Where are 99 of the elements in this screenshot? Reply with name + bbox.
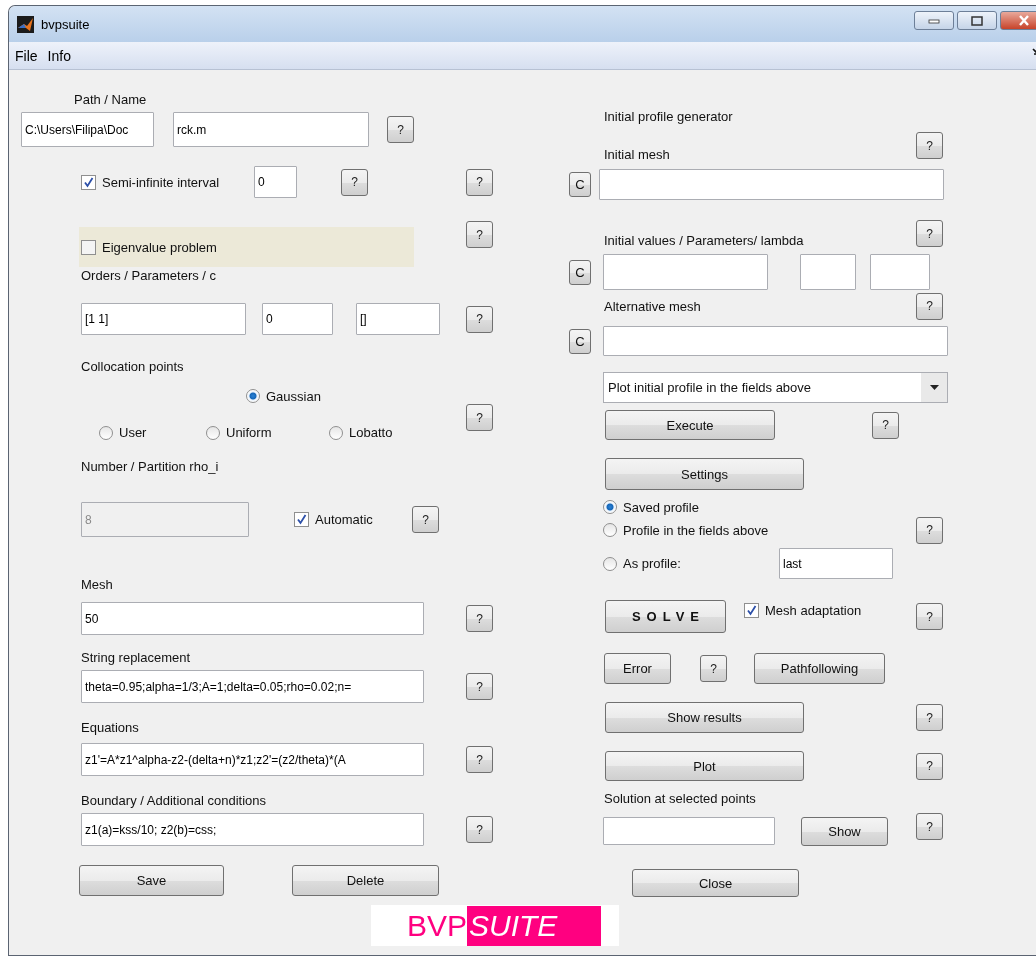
help-button[interactable]: ? xyxy=(466,746,493,773)
help-button[interactable]: ? xyxy=(341,168,368,196)
menu-item[interactable]: File xyxy=(15,47,38,64)
radio-button[interactable] xyxy=(603,500,617,514)
help-button[interactable]: ? xyxy=(916,813,943,840)
radio-label: User xyxy=(119,425,147,440)
checkbox-label: Semi-infinite interval xyxy=(102,174,220,190)
field-label: Mesh xyxy=(81,577,113,592)
help-button[interactable]: ? xyxy=(916,752,943,780)
radio-button[interactable] xyxy=(603,523,617,537)
action-dropdown[interactable]: Plot initial profile in the fields above xyxy=(603,372,948,403)
input-field[interactable]: rck.m xyxy=(173,112,369,147)
help-button[interactable]: ? xyxy=(466,305,493,333)
input-field[interactable]: 0 xyxy=(254,166,297,198)
input-field[interactable]: C:\Users\Filipa\Doc xyxy=(21,112,154,147)
help-button[interactable]: ? xyxy=(872,411,899,439)
radio-label: Uniform xyxy=(226,425,272,440)
help-button[interactable]: ? xyxy=(466,221,493,248)
field-label: Boundary / Additional conditions xyxy=(81,793,266,808)
radio-button[interactable] xyxy=(206,425,220,440)
input-field[interactable]: 0 xyxy=(262,303,333,335)
field-label: Initial mesh xyxy=(604,147,671,162)
pathfollowing-button[interactable]: Pathfollowing xyxy=(754,653,885,684)
help-button[interactable]: ? xyxy=(916,220,943,247)
maximize-button[interactable] xyxy=(957,11,997,30)
field-label: Orders / Parameters / c xyxy=(81,268,217,283)
input-field[interactable]: last xyxy=(779,548,893,579)
input-field[interactable]: [] xyxy=(356,303,440,335)
clear-button[interactable]: C xyxy=(569,259,591,285)
help-button[interactable]: ? xyxy=(700,655,727,682)
help-button[interactable]: ? xyxy=(466,673,493,700)
help-button[interactable]: ? xyxy=(916,704,943,731)
close-dialog-button[interactable]: Close xyxy=(632,869,799,897)
help-button[interactable]: ? xyxy=(466,168,493,196)
menu-item[interactable]: Info xyxy=(47,47,71,64)
field-label: Initial values / Parameters/ lambda xyxy=(604,233,805,248)
radio-label: Saved profile xyxy=(623,499,699,515)
close-icon xyxy=(1018,15,1030,26)
clear-button[interactable]: C xyxy=(569,172,591,197)
field-label: Path / Name xyxy=(74,92,147,107)
checkbox[interactable] xyxy=(81,174,96,190)
window-title: bvpsuite xyxy=(41,16,90,32)
clear-button[interactable]: C xyxy=(569,328,591,354)
help-button[interactable]: ? xyxy=(466,605,493,632)
field-label: Equations xyxy=(81,720,139,735)
field-label: Solution at selected points xyxy=(604,791,756,806)
settings-button[interactable]: Settings xyxy=(605,458,804,490)
action-button[interactable]: Save xyxy=(79,865,224,896)
show-button[interactable]: Show xyxy=(801,816,888,846)
input-field[interactable] xyxy=(603,326,948,356)
input-field[interactable] xyxy=(800,254,856,290)
radio-label: Lobatto xyxy=(349,425,393,440)
action-button[interactable]: Delete xyxy=(292,865,439,896)
help-button[interactable]: ? xyxy=(466,404,493,431)
input-field[interactable] xyxy=(870,254,930,290)
checkbox[interactable] xyxy=(81,239,96,255)
radio-button[interactable] xyxy=(603,556,617,571)
field-label: Alternative mesh xyxy=(604,298,702,314)
app-logo-icon xyxy=(17,15,34,33)
error-button[interactable]: Error xyxy=(604,653,671,684)
checkbox-label: Mesh adaptation xyxy=(765,603,862,618)
logo-text: BVP xyxy=(407,908,468,943)
help-button[interactable]: ? xyxy=(916,603,943,630)
help-button[interactable]: ? xyxy=(916,132,943,159)
input-field[interactable]: z1'=A*z1^alpha-z2-(delta+n)*z1;z2'=(z2/theta)*(A xyxy=(81,743,424,776)
field-label: Initial profile generator xyxy=(604,109,733,124)
input-field[interactable]: theta=0.95;alpha=1/3;A=1;delta=0.05;rho=0.02;n= xyxy=(81,670,424,703)
radio-label: Profile in the fields above xyxy=(623,522,769,538)
input-field[interactable]: [1 1] xyxy=(81,303,246,335)
input-field[interactable] xyxy=(603,254,768,290)
help-button[interactable]: ? xyxy=(916,292,943,320)
radio-label: As profile: xyxy=(623,556,681,571)
radio-button[interactable] xyxy=(246,389,260,403)
dropdown-arrow-icon xyxy=(929,385,939,390)
plot-button[interactable]: Plot xyxy=(605,751,804,781)
input-field[interactable] xyxy=(599,169,944,200)
close-button[interactable] xyxy=(1000,11,1036,30)
input-field[interactable]: z1(a)=kss/10; z2(b)=css; xyxy=(81,813,424,846)
execute-button[interactable]: Execute xyxy=(605,410,775,440)
radio-button[interactable] xyxy=(329,425,343,440)
field-label: Collocation points xyxy=(81,359,184,374)
field-label: String replacement xyxy=(81,650,191,665)
minimize-icon xyxy=(928,17,940,24)
radio-button[interactable] xyxy=(99,425,113,440)
checkbox[interactable] xyxy=(744,603,759,618)
help-button[interactable]: ? xyxy=(387,116,414,143)
maximize-icon xyxy=(971,15,983,26)
input-field[interactable] xyxy=(603,817,775,845)
checkbox-label: Automatic xyxy=(315,512,373,527)
radio-label: Gaussian xyxy=(266,388,321,404)
logo-highlight-text: SUITE xyxy=(467,905,602,946)
checkbox-label: Eigenvalue problem xyxy=(102,239,217,255)
help-button[interactable]: ? xyxy=(466,816,493,843)
minimize-button[interactable] xyxy=(914,11,954,30)
help-button[interactable]: ? xyxy=(916,516,943,544)
solve-button[interactable]: SOLVE xyxy=(605,600,726,633)
show-results-button[interactable]: Show results xyxy=(605,702,804,733)
input-field[interactable]: 50 xyxy=(81,602,424,635)
field-label: Number / Partition rho_i xyxy=(81,459,219,474)
